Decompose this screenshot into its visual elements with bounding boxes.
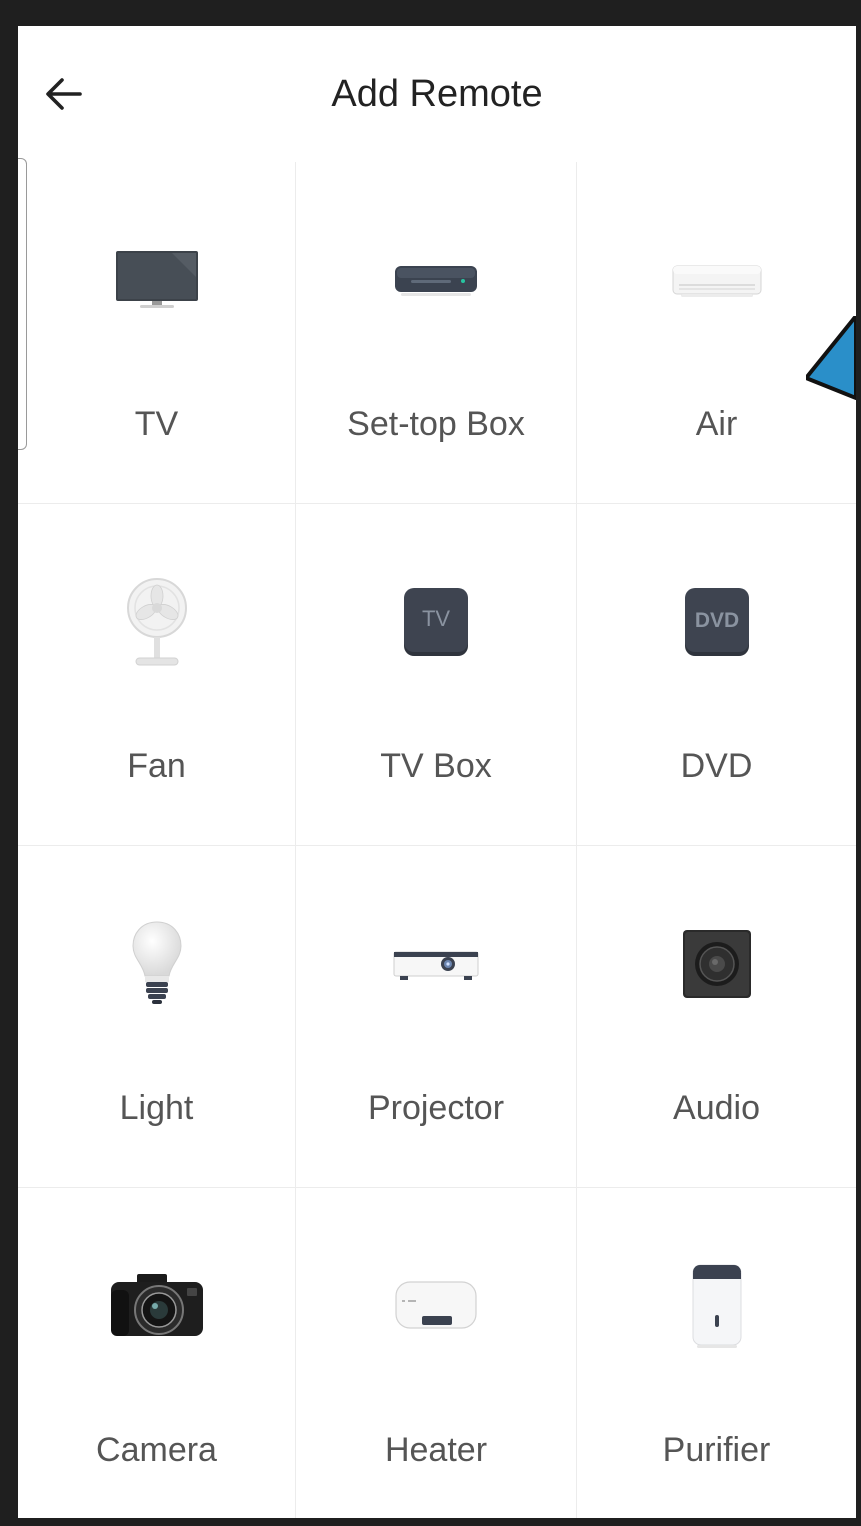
projector-icon — [390, 942, 482, 986]
device-label: Air — [695, 405, 738, 443]
air-conditioner-icon — [669, 258, 765, 302]
device-label: Set-top Box — [347, 405, 525, 443]
device-grid: TV Set-top Box Air Fan TV TV Box DVD DVD… — [18, 162, 856, 1518]
page-title: Add Remote — [331, 73, 543, 115]
device-label: DVD — [680, 747, 753, 785]
device-tile-audio[interactable]: Audio — [577, 846, 856, 1188]
device-label: Fan — [127, 747, 186, 785]
device-tile-tv[interactable]: TV — [18, 162, 296, 504]
device-tile-tv-box[interactable]: TV TV Box — [296, 504, 577, 846]
light-bulb-icon — [129, 918, 185, 1010]
tv-box-icon: TV — [400, 584, 472, 660]
device-tile-fan[interactable]: Fan — [18, 504, 296, 846]
dvd-icon: DVD — [681, 584, 753, 660]
tv-icon — [112, 247, 202, 313]
left-edge-bracket — [18, 158, 27, 450]
device-tile-camera[interactable]: Camera — [18, 1188, 296, 1518]
device-tile-heater[interactable]: Heater — [296, 1188, 577, 1518]
device-label: Light — [119, 1089, 194, 1127]
air-purifier-icon — [689, 1261, 745, 1351]
device-label: TV — [134, 405, 179, 443]
dvd-badge: DVD — [694, 609, 738, 632]
device-tile-dvd[interactable]: DVD DVD — [577, 504, 856, 846]
device-tile-purifier[interactable]: Purifier — [577, 1188, 856, 1518]
app-screen: Add Remote TV Set-top Box Air Fan TV TV … — [18, 26, 856, 1518]
device-tile-projector[interactable]: Projector — [296, 846, 577, 1188]
device-label: Camera — [96, 1431, 217, 1469]
device-label: Purifier — [662, 1431, 771, 1469]
speaker-icon — [679, 926, 755, 1002]
device-frame: Add Remote TV Set-top Box Air Fan TV TV … — [0, 0, 861, 1526]
device-tile-set-top-box[interactable]: Set-top Box — [296, 162, 577, 504]
app-header: Add Remote — [18, 26, 856, 162]
set-top-box-icon — [391, 260, 481, 300]
water-heater-icon — [392, 1276, 480, 1336]
pointer-arrow-icon — [806, 316, 856, 400]
device-label: Projector — [367, 1089, 505, 1127]
device-label: Heater — [384, 1431, 488, 1469]
tv-box-badge: TV — [422, 606, 450, 631]
camera-icon — [107, 1270, 207, 1342]
device-tile-light[interactable]: Light — [18, 846, 296, 1188]
fan-icon — [122, 574, 192, 670]
device-label: Audio — [673, 1089, 760, 1127]
device-label: TV Box — [380, 747, 492, 785]
